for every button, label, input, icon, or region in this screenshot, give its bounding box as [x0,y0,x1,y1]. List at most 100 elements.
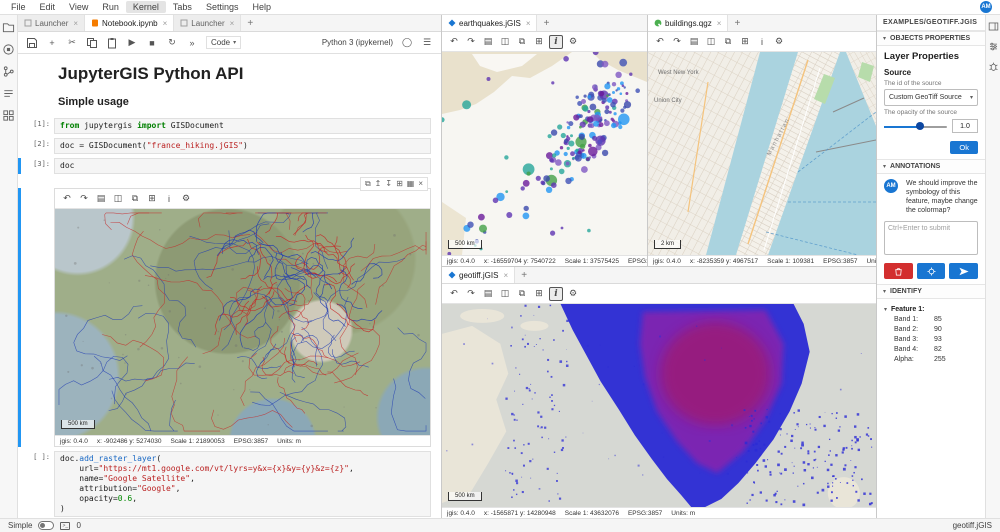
menu-item[interactable]: Run [95,1,126,13]
close-icon[interactable]: × [163,19,168,28]
tab-earthquakes[interactable]: earthquakes.jGIS × [442,15,537,31]
settings-icon[interactable]: ⚙ [566,35,580,49]
current-file-indicator[interactable]: geotiff.jGIS [953,521,992,530]
grid-icon[interactable]: ▦ [407,179,415,189]
tab-launcher-2[interactable]: Launcher × [174,15,241,31]
layer-browser-icon[interactable]: ▤ [94,192,108,206]
section-identify[interactable]: ▾ IDENTIFY [877,284,985,299]
section-annotations[interactable]: ▾ ANNOTATIONS [877,159,985,174]
tab-launcher-1[interactable]: Launcher × [18,15,85,31]
menu-item[interactable]: Settings [199,1,246,13]
overlay-icon[interactable]: ⧉ [515,35,529,49]
kernel-name[interactable]: Python 3 (ipykernel) [322,38,393,47]
layer-browser-icon[interactable]: ▤ [481,35,495,49]
layer-browser-icon[interactable]: ▤ [481,287,495,301]
cut-cell-icon[interactable]: ✂ [66,37,78,49]
undo-icon[interactable]: ↶ [447,287,461,301]
redo-icon[interactable]: ↷ [464,287,478,301]
duplicate-cell-icon[interactable]: ⧉ [365,179,371,189]
add-tab-button[interactable]: + [241,15,259,31]
undo-icon[interactable]: ↶ [60,192,74,206]
settings-icon[interactable]: ⚙ [179,192,193,206]
close-icon[interactable]: × [717,19,722,28]
menu-item[interactable]: View [62,1,95,13]
close-icon[interactable]: × [73,19,78,28]
add-cell-icon[interactable]: + [46,37,58,49]
save-icon[interactable] [26,37,38,49]
markdown-title[interactable]: JupyterGIS Python API [58,64,435,84]
notebook-menu-icon[interactable]: ☰ [421,37,433,49]
zoom-to-annotation-button[interactable] [917,263,946,279]
new-layer-icon[interactable]: ◫ [498,35,512,49]
menu-item[interactable]: File [4,1,33,13]
overlay-icon[interactable]: ⧉ [515,287,529,301]
property-inspector-icon[interactable] [988,41,999,52]
copy-cell-icon[interactable] [86,37,98,49]
tab-geotiff[interactable]: geotiff.jGIS × [442,267,515,283]
undo-icon[interactable]: ↶ [447,35,461,49]
extension-manager-icon[interactable] [2,109,15,122]
stop-kernel-icon[interactable]: ■ [146,37,158,49]
identify-icon[interactable]: i [549,35,563,49]
ok-button[interactable]: Ok [950,141,978,154]
cell-editor[interactable]: doc.add_raster_layer( url="https://mt1.g… [54,451,431,517]
geotiff-map[interactable]: 500 km [442,304,876,507]
collapse-sidebar-icon[interactable] [988,21,999,32]
overlay-icon[interactable]: ⧉ [128,192,142,206]
slider-thumb[interactable] [916,122,924,130]
france-map[interactable]: 500 km [55,209,430,435]
menu-item[interactable]: Tabs [166,1,199,13]
console-icon[interactable]: ⊞ [532,35,546,49]
running-kernels-icon[interactable] [2,43,15,56]
identify-icon[interactable]: i [162,192,176,206]
user-avatar[interactable]: AM [980,1,992,13]
add-tab-button[interactable]: + [728,15,746,31]
cell-editor[interactable]: doc = GISDocument("france_hiking.jGIS") [54,138,431,154]
debugger-icon[interactable] [988,61,999,72]
menu-item[interactable]: Help [245,1,278,13]
settings-icon[interactable]: ⚙ [566,287,580,301]
run-cell-icon[interactable]: ▶ [126,37,138,49]
restart-run-all-icon[interactable]: » [186,37,198,49]
simple-mode-toggle[interactable] [38,521,54,530]
git-icon[interactable] [2,65,15,78]
redo-icon[interactable]: ↷ [670,35,684,49]
tab-buildings[interactable]: buildings.qgz × [648,15,728,31]
settings-icon[interactable]: ⚙ [772,35,786,49]
section-objects-properties[interactable]: ▾ OBJECTS PROPERTIES [877,31,985,46]
move-cell-down-icon[interactable]: ↧ [385,179,392,189]
restart-kernel-icon[interactable]: ↻ [166,37,178,49]
add-tab-button[interactable]: + [537,15,555,31]
tab-notebook[interactable]: Notebook.ipynb × [85,15,174,31]
table-of-contents-icon[interactable] [2,87,15,100]
layer-browser-icon[interactable]: ▤ [687,35,701,49]
cell-editor[interactable]: from jupytergis import GISDocument [54,118,431,134]
close-icon[interactable]: × [503,271,508,280]
annotation-input[interactable] [884,221,978,255]
cell-type-select[interactable]: Code ▾ [206,36,241,49]
earthquakes-map[interactable]: 500 km [442,52,647,255]
delete-annotation-button[interactable] [884,263,913,279]
redo-icon[interactable]: ↷ [77,192,91,206]
undo-icon[interactable]: ↶ [653,35,667,49]
new-layer-icon[interactable]: ◫ [111,192,125,206]
redo-icon[interactable]: ↷ [464,35,478,49]
console-icon[interactable]: ⊞ [532,287,546,301]
add-tab-button[interactable]: + [515,267,533,283]
new-layer-icon[interactable]: ◫ [704,35,718,49]
identify-icon[interactable]: i [755,35,769,49]
delete-cell-icon[interactable]: × [418,179,423,189]
identify-icon[interactable]: i [549,287,563,301]
close-icon[interactable]: × [526,19,531,28]
terminal-count[interactable]: 0 [76,521,80,530]
menu-item[interactable]: Edit [33,1,63,13]
buildings-map[interactable]: West New York Union City Manhattan 2 km [648,52,876,255]
overlay-icon[interactable]: ⧉ [721,35,735,49]
insert-cell-icon[interactable]: ⊞ [396,179,403,189]
close-icon[interactable]: × [230,19,235,28]
paste-cell-icon[interactable] [106,37,118,49]
menu-item[interactable]: Kernel [126,1,166,13]
console-icon[interactable]: ⊞ [145,192,159,206]
source-select[interactable]: Custom GeoTiff Source ▾ [884,89,978,106]
new-layer-icon[interactable]: ◫ [498,287,512,301]
